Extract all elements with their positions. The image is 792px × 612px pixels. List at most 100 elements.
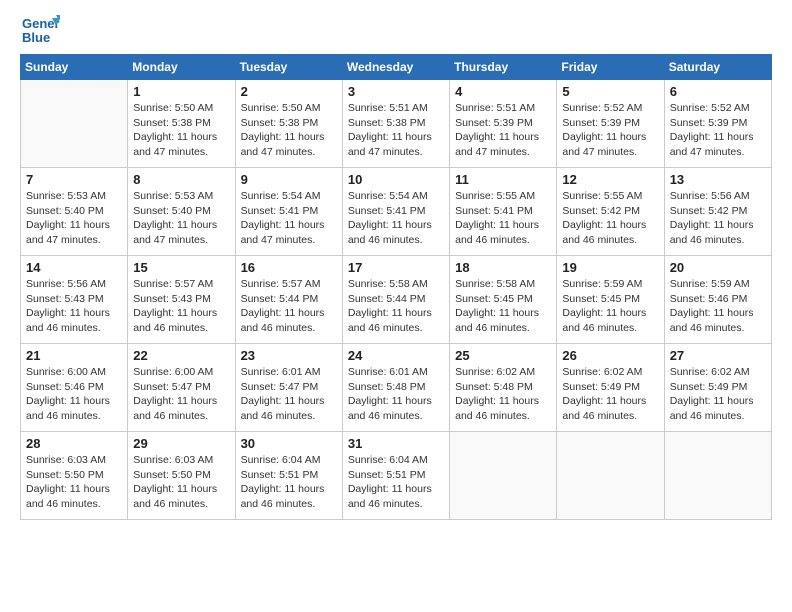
sunrise-text: Sunrise: 5:53 AM xyxy=(26,190,106,202)
daylight-text: Daylight: 11 hours and 47 minutes. xyxy=(562,131,646,158)
daylight-text: Daylight: 11 hours and 46 minutes. xyxy=(562,395,646,422)
daylight-text: Daylight: 11 hours and 47 minutes. xyxy=(133,219,217,246)
sunrise-text: Sunrise: 6:02 AM xyxy=(670,366,750,378)
daylight-text: Daylight: 11 hours and 46 minutes. xyxy=(241,307,325,334)
daylight-text: Daylight: 11 hours and 47 minutes. xyxy=(455,131,539,158)
sunrise-text: Sunrise: 5:51 AM xyxy=(455,102,535,114)
daylight-text: Daylight: 11 hours and 46 minutes. xyxy=(348,307,432,334)
calendar-cell: 10 Sunrise: 5:54 AM Sunset: 5:41 PM Dayl… xyxy=(342,168,449,256)
daylight-text: Daylight: 11 hours and 46 minutes. xyxy=(670,219,754,246)
day-number: 17 xyxy=(348,260,444,275)
daylight-text: Daylight: 11 hours and 47 minutes. xyxy=(670,131,754,158)
day-info: Sunrise: 5:58 AM Sunset: 5:45 PM Dayligh… xyxy=(455,277,551,336)
logo: General Blue xyxy=(20,10,60,46)
sunrise-text: Sunrise: 6:02 AM xyxy=(562,366,642,378)
day-info: Sunrise: 5:51 AM Sunset: 5:38 PM Dayligh… xyxy=(348,101,444,160)
calendar-cell: 7 Sunrise: 5:53 AM Sunset: 5:40 PM Dayli… xyxy=(21,168,128,256)
day-info: Sunrise: 5:54 AM Sunset: 5:41 PM Dayligh… xyxy=(348,189,444,248)
sunset-text: Sunset: 5:38 PM xyxy=(241,117,319,129)
day-info: Sunrise: 6:00 AM Sunset: 5:47 PM Dayligh… xyxy=(133,365,229,424)
daylight-text: Daylight: 11 hours and 46 minutes. xyxy=(26,483,110,510)
daylight-text: Daylight: 11 hours and 46 minutes. xyxy=(241,395,325,422)
sunrise-text: Sunrise: 6:04 AM xyxy=(241,454,321,466)
daylight-text: Daylight: 11 hours and 46 minutes. xyxy=(133,395,217,422)
calendar-cell: 16 Sunrise: 5:57 AM Sunset: 5:44 PM Dayl… xyxy=(235,256,342,344)
sunset-text: Sunset: 5:41 PM xyxy=(455,205,533,217)
calendar-cell: 13 Sunrise: 5:56 AM Sunset: 5:42 PM Dayl… xyxy=(664,168,771,256)
sunset-text: Sunset: 5:49 PM xyxy=(562,381,640,393)
day-number: 27 xyxy=(670,348,766,363)
day-of-week-header: Tuesday xyxy=(235,55,342,80)
sunset-text: Sunset: 5:40 PM xyxy=(133,205,211,217)
daylight-text: Daylight: 11 hours and 46 minutes. xyxy=(348,395,432,422)
day-number: 26 xyxy=(562,348,658,363)
day-number: 29 xyxy=(133,436,229,451)
day-number: 10 xyxy=(348,172,444,187)
day-number: 25 xyxy=(455,348,551,363)
daylight-text: Daylight: 11 hours and 46 minutes. xyxy=(133,307,217,334)
calendar-cell: 25 Sunrise: 6:02 AM Sunset: 5:48 PM Dayl… xyxy=(450,344,557,432)
sunrise-text: Sunrise: 5:56 AM xyxy=(670,190,750,202)
sunrise-text: Sunrise: 5:52 AM xyxy=(670,102,750,114)
day-number: 3 xyxy=(348,84,444,99)
sunrise-text: Sunrise: 5:59 AM xyxy=(562,278,642,290)
calendar-cell xyxy=(21,80,128,168)
calendar-week-row: 21 Sunrise: 6:00 AM Sunset: 5:46 PM Dayl… xyxy=(21,344,772,432)
calendar-table: SundayMondayTuesdayWednesdayThursdayFrid… xyxy=(20,54,772,520)
sunrise-text: Sunrise: 5:53 AM xyxy=(133,190,213,202)
day-info: Sunrise: 5:56 AM Sunset: 5:43 PM Dayligh… xyxy=(26,277,122,336)
day-of-week-header: Wednesday xyxy=(342,55,449,80)
day-number: 7 xyxy=(26,172,122,187)
calendar-cell: 9 Sunrise: 5:54 AM Sunset: 5:41 PM Dayli… xyxy=(235,168,342,256)
sunset-text: Sunset: 5:41 PM xyxy=(241,205,319,217)
sunrise-text: Sunrise: 6:03 AM xyxy=(133,454,213,466)
daylight-text: Daylight: 11 hours and 47 minutes. xyxy=(348,131,432,158)
day-number: 1 xyxy=(133,84,229,99)
page-header: General Blue xyxy=(20,10,772,46)
calendar-cell: 24 Sunrise: 6:01 AM Sunset: 5:48 PM Dayl… xyxy=(342,344,449,432)
day-number: 5 xyxy=(562,84,658,99)
calendar-cell xyxy=(664,432,771,520)
day-number: 21 xyxy=(26,348,122,363)
calendar-cell: 6 Sunrise: 5:52 AM Sunset: 5:39 PM Dayli… xyxy=(664,80,771,168)
calendar-week-row: 14 Sunrise: 5:56 AM Sunset: 5:43 PM Dayl… xyxy=(21,256,772,344)
calendar-cell: 21 Sunrise: 6:00 AM Sunset: 5:46 PM Dayl… xyxy=(21,344,128,432)
day-info: Sunrise: 5:59 AM Sunset: 5:45 PM Dayligh… xyxy=(562,277,658,336)
day-info: Sunrise: 6:04 AM Sunset: 5:51 PM Dayligh… xyxy=(241,453,337,512)
sunset-text: Sunset: 5:39 PM xyxy=(455,117,533,129)
day-number: 8 xyxy=(133,172,229,187)
sunrise-text: Sunrise: 5:54 AM xyxy=(348,190,428,202)
calendar-cell: 1 Sunrise: 5:50 AM Sunset: 5:38 PM Dayli… xyxy=(128,80,235,168)
daylight-text: Daylight: 11 hours and 46 minutes. xyxy=(670,307,754,334)
daylight-text: Daylight: 11 hours and 46 minutes. xyxy=(455,219,539,246)
sunset-text: Sunset: 5:40 PM xyxy=(26,205,104,217)
daylight-text: Daylight: 11 hours and 47 minutes. xyxy=(241,131,325,158)
calendar-cell xyxy=(450,432,557,520)
daylight-text: Daylight: 11 hours and 47 minutes. xyxy=(133,131,217,158)
sunrise-text: Sunrise: 5:57 AM xyxy=(241,278,321,290)
day-of-week-header: Friday xyxy=(557,55,664,80)
sunrise-text: Sunrise: 5:59 AM xyxy=(670,278,750,290)
day-info: Sunrise: 5:53 AM Sunset: 5:40 PM Dayligh… xyxy=(133,189,229,248)
sunrise-text: Sunrise: 6:00 AM xyxy=(26,366,106,378)
day-number: 11 xyxy=(455,172,551,187)
calendar-week-row: 7 Sunrise: 5:53 AM Sunset: 5:40 PM Dayli… xyxy=(21,168,772,256)
daylight-text: Daylight: 11 hours and 47 minutes. xyxy=(241,219,325,246)
day-info: Sunrise: 5:55 AM Sunset: 5:41 PM Dayligh… xyxy=(455,189,551,248)
sunset-text: Sunset: 5:42 PM xyxy=(562,205,640,217)
daylight-text: Daylight: 11 hours and 46 minutes. xyxy=(241,483,325,510)
day-info: Sunrise: 5:52 AM Sunset: 5:39 PM Dayligh… xyxy=(562,101,658,160)
calendar-cell: 17 Sunrise: 5:58 AM Sunset: 5:44 PM Dayl… xyxy=(342,256,449,344)
sunrise-text: Sunrise: 5:55 AM xyxy=(562,190,642,202)
sunrise-text: Sunrise: 6:04 AM xyxy=(348,454,428,466)
sunrise-text: Sunrise: 6:01 AM xyxy=(348,366,428,378)
calendar-cell: 31 Sunrise: 6:04 AM Sunset: 5:51 PM Dayl… xyxy=(342,432,449,520)
day-number: 15 xyxy=(133,260,229,275)
calendar-cell: 2 Sunrise: 5:50 AM Sunset: 5:38 PM Dayli… xyxy=(235,80,342,168)
day-info: Sunrise: 5:50 AM Sunset: 5:38 PM Dayligh… xyxy=(241,101,337,160)
sunrise-text: Sunrise: 5:50 AM xyxy=(241,102,321,114)
calendar-cell: 23 Sunrise: 6:01 AM Sunset: 5:47 PM Dayl… xyxy=(235,344,342,432)
sunset-text: Sunset: 5:46 PM xyxy=(26,381,104,393)
sunset-text: Sunset: 5:42 PM xyxy=(670,205,748,217)
daylight-text: Daylight: 11 hours and 46 minutes. xyxy=(348,483,432,510)
